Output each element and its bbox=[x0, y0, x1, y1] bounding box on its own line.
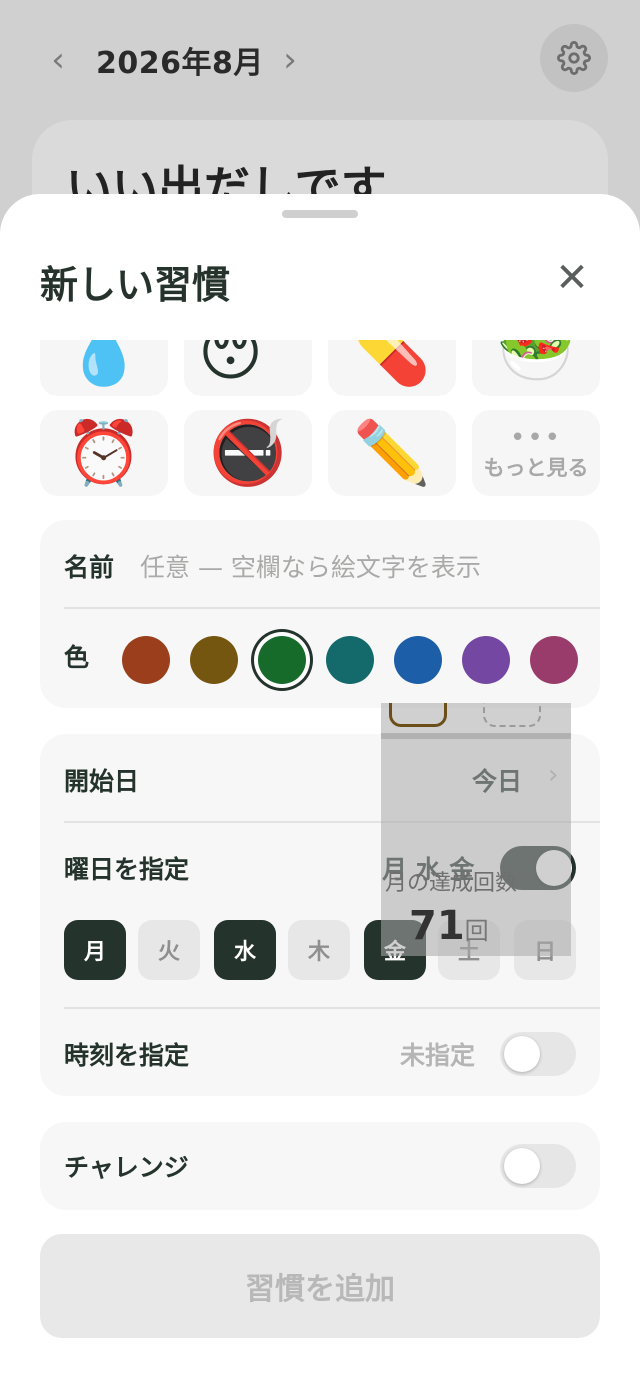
start-date-label: 開始日 bbox=[64, 767, 140, 796]
color-swatch[interactable] bbox=[394, 636, 442, 684]
color-swatch[interactable] bbox=[462, 636, 510, 684]
weekday-chip[interactable]: 月 bbox=[64, 920, 126, 980]
gear-icon bbox=[557, 41, 591, 75]
new-habit-sheet: 新しい習慣 ✕ 💧 😴 💊 🥗 ⏰ 🚭 ✏️ ••• もっと見る 名前 任意 —… bbox=[0, 194, 640, 1386]
weekday-label: 曜日を指定 bbox=[64, 855, 190, 884]
name-input[interactable]: 任意 — 空欄なら絵文字を表示 bbox=[140, 548, 481, 584]
color-swatch[interactable] bbox=[326, 636, 374, 684]
color-swatch[interactable] bbox=[190, 636, 238, 684]
color-swatch[interactable] bbox=[258, 636, 306, 684]
start-date-value[interactable]: 今日 bbox=[472, 762, 522, 798]
challenge-label: チャレンジ bbox=[64, 1153, 189, 1182]
challenge-toggle[interactable] bbox=[500, 1144, 576, 1188]
emoji-tile-droplet[interactable]: 💧 bbox=[40, 340, 168, 396]
time-value: 未指定 bbox=[400, 1041, 476, 1070]
toggle-knob bbox=[504, 1148, 540, 1184]
name-color-card: 名前 任意 — 空欄なら絵文字を表示 色 bbox=[40, 520, 600, 708]
more-dots-icon: ••• bbox=[509, 422, 562, 453]
color-label: 色 bbox=[64, 643, 90, 672]
sheet-title: 新しい習慣 bbox=[40, 263, 231, 307]
color-swatch[interactable] bbox=[530, 636, 578, 684]
chevron-right-icon: › bbox=[548, 760, 559, 790]
challenge-card: チャレンジ bbox=[40, 1122, 600, 1210]
emoji-tile-sleep[interactable]: 😴 bbox=[184, 340, 312, 396]
more-label: もっと見る bbox=[483, 455, 589, 480]
divider bbox=[64, 821, 600, 823]
divider bbox=[64, 1007, 600, 1009]
emoji-picker: 💧 😴 💊 🥗 ⏰ 🚭 ✏️ ••• もっと見る bbox=[40, 340, 600, 500]
weekday-toggle[interactable] bbox=[500, 846, 576, 890]
chevron-left-icon[interactable]: ‹ bbox=[40, 40, 76, 80]
weekday-chip[interactable]: 水 bbox=[214, 920, 276, 980]
schedule-card: 開始日 今日 › 曜日を指定 月 水 金 月火水木金土日 時刻を指定 未指定 bbox=[40, 734, 600, 1096]
weekday-summary: 月 水 金 bbox=[382, 855, 475, 884]
sheet-grabber[interactable] bbox=[282, 210, 358, 218]
toggle-knob bbox=[536, 850, 572, 886]
time-toggle[interactable] bbox=[500, 1032, 576, 1076]
more-emoji-button[interactable]: ••• もっと見る bbox=[472, 410, 600, 496]
emoji-tile-pencil[interactable]: ✏️ bbox=[328, 410, 456, 496]
weekday-chip[interactable]: 金 bbox=[364, 920, 426, 980]
weekday-chip[interactable]: 火 bbox=[138, 920, 200, 980]
add-habit-button[interactable]: 習慣を追加 bbox=[40, 1234, 600, 1338]
weekday-chip[interactable]: 木 bbox=[288, 920, 350, 980]
name-label: 名前 bbox=[64, 553, 115, 582]
close-icon[interactable]: ✕ bbox=[548, 254, 596, 302]
weekday-chip[interactable]: 土 bbox=[438, 920, 500, 980]
emoji-tile-no-smoking[interactable]: 🚭 bbox=[184, 410, 312, 496]
emoji-tile-alarm-clock[interactable]: ⏰ bbox=[40, 410, 168, 496]
settings-button[interactable] bbox=[540, 24, 608, 92]
emoji-tile-salad[interactable]: 🥗 bbox=[472, 340, 600, 396]
divider bbox=[64, 607, 600, 609]
weekday-chip[interactable]: 日 bbox=[514, 920, 576, 980]
toggle-knob bbox=[504, 1036, 540, 1072]
month-title: 2026年8月 bbox=[96, 46, 264, 81]
color-swatch[interactable] bbox=[122, 636, 170, 684]
emoji-tile-pill[interactable]: 💊 bbox=[328, 340, 456, 396]
chevron-right-icon[interactable]: › bbox=[272, 40, 308, 80]
background-header: ‹ 2026年8月 › bbox=[0, 0, 640, 120]
time-label: 時刻を指定 bbox=[64, 1041, 190, 1070]
